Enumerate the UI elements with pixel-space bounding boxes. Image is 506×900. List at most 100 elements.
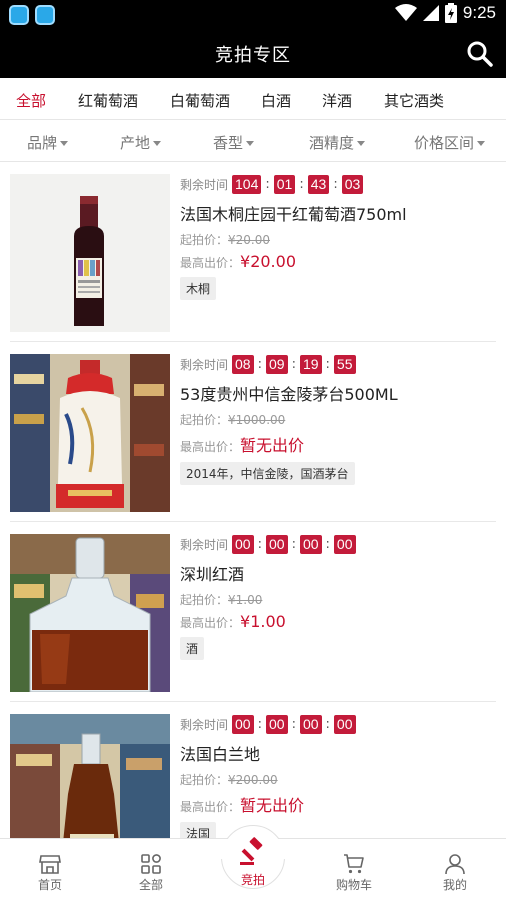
tab-label: 全部	[138, 878, 163, 892]
filter-label: 香型	[213, 134, 244, 152]
top-bar: 竞拍专区	[0, 30, 506, 78]
countdown-timer: 剩余时间 00: 00: 00: 00	[180, 714, 496, 734]
timer-hours: 00	[265, 534, 288, 554]
filter-aroma[interactable]: 香型	[213, 132, 255, 153]
tab-cart[interactable]: 购物车	[304, 839, 404, 900]
product-name[interactable]: 法国白兰地	[180, 741, 496, 765]
filter-price-range[interactable]: 价格区间	[414, 132, 486, 153]
start-price-row: 起拍价：¥20.00	[180, 231, 496, 248]
remaining-label: 剩余时间	[180, 357, 229, 372]
tab-auction[interactable]: 竞拍	[203, 825, 303, 900]
timer-seconds: 03	[341, 174, 364, 194]
tab-other-liquor[interactable]: 其它酒类	[384, 90, 444, 111]
page-title: 竞拍专区	[215, 45, 291, 66]
tab-baijiu[interactable]: 白酒	[261, 90, 291, 111]
user-icon	[445, 854, 465, 875]
signal-icon	[422, 5, 439, 21]
bottom-tab-bar: 首页 全部 竞拍 购物车 我的	[0, 825, 506, 900]
filter-origin[interactable]: 产地	[120, 132, 162, 153]
highest-bid: 暂无出价	[240, 436, 305, 455]
tab-profile[interactable]: 我的	[405, 839, 505, 900]
start-price-row: 起拍价：¥200.00	[180, 771, 496, 788]
timer-minutes: 00	[299, 714, 322, 734]
tab-home[interactable]: 首页	[0, 839, 100, 900]
remaining-label: 剩余时间	[180, 177, 229, 192]
remaining-label: 剩余时间	[180, 537, 229, 552]
countdown-timer: 剩余时间 08: 09: 19: 55	[180, 354, 496, 374]
timer-hours: 01	[273, 174, 296, 194]
start-price: ¥1000.00	[228, 413, 286, 427]
caret-down-icon	[477, 141, 486, 146]
list-item[interactable]: 剩余时间 104: 01: 43: 03 法国木桐庄园干红葡萄酒750ml 起拍…	[0, 162, 506, 342]
remaining-label: 剩余时间	[180, 717, 229, 732]
filter-label: 酒精度	[309, 134, 355, 152]
filter-brand[interactable]: 品牌	[27, 132, 69, 153]
tab-label: 我的	[442, 878, 467, 892]
filter-label: 价格区间	[414, 134, 475, 152]
tab-white-wine[interactable]: 白葡萄酒	[170, 90, 230, 111]
timer-hours: 00	[265, 714, 288, 734]
wifi-icon	[394, 4, 417, 21]
product-image[interactable]	[10, 354, 170, 512]
start-price-label: 起拍价：	[180, 413, 229, 427]
timer-seconds: 55	[333, 354, 356, 374]
gavel-icon	[240, 837, 263, 865]
start-price-label: 起拍价：	[180, 773, 229, 787]
countdown-timer: 剩余时间 104: 01: 43: 03	[180, 174, 496, 194]
highest-bid: 暂无出价	[240, 796, 305, 815]
timer-days: 104	[232, 174, 262, 194]
system-indicators: 9:25	[394, 3, 496, 23]
highest-bid-row: 最高出价： 暂无出价	[180, 432, 496, 456]
grid-icon	[141, 854, 161, 874]
store-icon	[39, 855, 61, 874]
timer-days: 00	[232, 714, 254, 734]
tab-all[interactable]: 全部	[16, 90, 46, 111]
timer-minutes: 19	[299, 354, 322, 374]
category-tabs: 全部 红葡萄酒 白葡萄酒 白酒 洋酒 其它酒类	[0, 78, 506, 120]
highest-bid: ¥1.00	[240, 612, 286, 631]
filter-label: 品牌	[27, 134, 58, 152]
caret-down-icon	[60, 141, 69, 146]
tab-red-wine[interactable]: 红葡萄酒	[78, 90, 138, 111]
app-notification-icon	[9, 5, 29, 25]
highest-bid-label: 最高出价：	[180, 616, 241, 630]
caret-down-icon	[246, 141, 255, 146]
battery-icon	[444, 3, 457, 23]
start-price: ¥200.00	[228, 773, 278, 787]
clock: 9:25	[462, 3, 496, 22]
list-item[interactable]: 剩余时间 00: 00: 00: 00 深圳红酒 起拍价：¥1.00 最高出价：…	[0, 522, 506, 702]
tab-label: 首页	[37, 878, 62, 892]
timer-minutes: 43	[307, 174, 330, 194]
product-tag: 2014年，中信金陵，国酒茅台	[180, 462, 355, 485]
timer-days: 08	[232, 354, 254, 374]
list-item[interactable]: 剩余时间 08: 09: 19: 55 53度贵州中信金陵茅台500ML 起拍价…	[0, 342, 506, 522]
tab-label: 竞拍	[240, 873, 265, 887]
start-price-label: 起拍价：	[180, 593, 229, 607]
tab-all-products[interactable]: 全部	[101, 839, 201, 900]
highest-bid-label: 最高出价：	[180, 800, 241, 814]
tab-foreign-liquor[interactable]: 洋酒	[322, 90, 352, 111]
timer-hours: 09	[265, 354, 288, 374]
product-image[interactable]	[10, 534, 170, 692]
product-tag: 木桐	[180, 277, 217, 300]
start-price: ¥20.00	[228, 233, 271, 247]
tab-label: 购物车	[335, 878, 372, 892]
product-name[interactable]: 深圳红酒	[180, 561, 496, 585]
countdown-timer: 剩余时间 00: 00: 00: 00	[180, 534, 496, 554]
search-icon[interactable]	[466, 40, 494, 68]
caret-down-icon	[153, 141, 162, 146]
highest-bid-row: 最高出价： ¥1.00	[180, 612, 496, 631]
status-bar: 9:25	[0, 0, 506, 30]
highest-bid: ¥20.00	[240, 252, 296, 271]
start-price-row: 起拍价：¥1.00	[180, 591, 496, 608]
product-name[interactable]: 53度贵州中信金陵茅台500ML	[180, 381, 496, 405]
filter-alcohol[interactable]: 酒精度	[309, 132, 366, 153]
app-notification-icon	[35, 5, 55, 25]
product-name[interactable]: 法国木桐庄园干红葡萄酒750ml	[180, 201, 496, 225]
product-image[interactable]	[10, 174, 170, 332]
timer-seconds: 00	[333, 714, 356, 734]
timer-seconds: 00	[333, 534, 356, 554]
highest-bid-label: 最高出价：	[180, 256, 241, 270]
caret-down-icon	[357, 141, 366, 146]
timer-days: 00	[232, 534, 254, 554]
